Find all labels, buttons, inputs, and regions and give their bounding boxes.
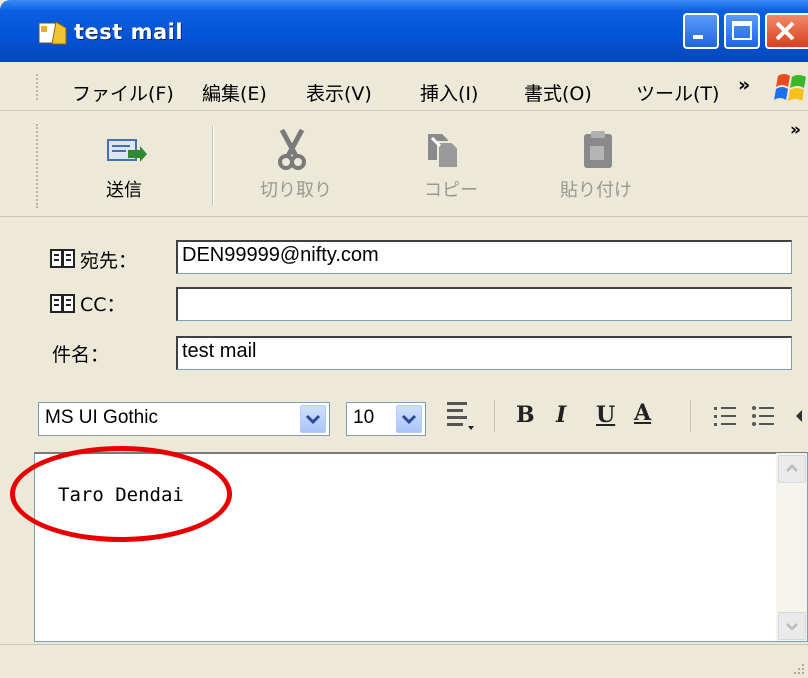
bullet-list-icon[interactable] bbox=[750, 402, 776, 430]
menu-grip[interactable] bbox=[36, 74, 41, 100]
font-size-dropdown-button[interactable] bbox=[396, 405, 422, 433]
font-select-value: MS UI Gothic bbox=[45, 407, 158, 428]
subject-label: 件名： bbox=[52, 344, 110, 366]
chevron-down-icon bbox=[401, 414, 417, 425]
title-bar[interactable]: test mail bbox=[0, 0, 808, 62]
copy-label: コピー bbox=[424, 180, 478, 201]
close-button[interactable] bbox=[765, 13, 808, 49]
cc-label: CC： bbox=[80, 294, 126, 316]
cut-button[interactable]: 切り取り bbox=[244, 124, 344, 210]
send-label: 送信 bbox=[106, 180, 142, 201]
bold-button[interactable]: B bbox=[516, 402, 535, 428]
clipboard-icon bbox=[584, 131, 612, 168]
font-select[interactable]: MS UI Gothic bbox=[38, 402, 330, 436]
address-book-icon[interactable] bbox=[50, 249, 76, 269]
resize-grip-icon[interactable] bbox=[790, 660, 806, 676]
maximize-button[interactable] bbox=[724, 13, 760, 49]
minimize-icon bbox=[693, 35, 703, 39]
menu-file[interactable]: ファイル(F) bbox=[72, 79, 174, 106]
send-button[interactable]: 送信 bbox=[90, 124, 170, 210]
send-icon bbox=[107, 139, 147, 162]
font-size-value: 10 bbox=[353, 407, 375, 428]
menu-insert[interactable]: 挿入(I) bbox=[420, 79, 478, 106]
format-divider-2 bbox=[690, 400, 691, 432]
italic-button[interactable]: I bbox=[556, 402, 566, 428]
toolbar-overflow-chevron[interactable]: » bbox=[790, 120, 801, 140]
highlight-ellipse bbox=[10, 446, 232, 542]
underline-button[interactable]: U bbox=[596, 402, 615, 428]
toolbar-grip[interactable] bbox=[36, 124, 41, 208]
scissors-icon bbox=[278, 128, 306, 170]
maximize-icon bbox=[732, 21, 752, 40]
copy-button[interactable]: コピー bbox=[410, 124, 490, 210]
chevron-down-icon bbox=[786, 623, 798, 631]
cc-address-book-icon[interactable] bbox=[50, 294, 76, 314]
status-bar bbox=[0, 644, 808, 678]
compose-window: test mail ファイル(F) 編集(E) 表示(V) 挿入(I) 書式(O… bbox=[0, 0, 808, 678]
font-dropdown-button[interactable] bbox=[300, 405, 326, 433]
to-label: 宛先： bbox=[80, 250, 138, 272]
subject-field[interactable]: test mail bbox=[176, 336, 792, 370]
windows-logo-icon bbox=[774, 74, 806, 101]
mail-icon bbox=[38, 21, 67, 45]
copy-icon bbox=[428, 134, 459, 169]
format-divider bbox=[494, 400, 495, 432]
scroll-up-button[interactable] bbox=[778, 455, 806, 483]
menu-view[interactable]: 表示(V) bbox=[306, 79, 372, 106]
menu-edit[interactable]: 編集(E) bbox=[202, 79, 267, 106]
minimize-button[interactable] bbox=[683, 13, 719, 49]
numbered-list-icon[interactable] bbox=[712, 402, 738, 430]
font-color-button[interactable]: A bbox=[634, 400, 651, 426]
paragraph-style-icon[interactable] bbox=[444, 398, 478, 434]
paste-button[interactable]: 貼り付け bbox=[554, 124, 654, 210]
close-icon bbox=[775, 21, 795, 41]
window-title: test mail bbox=[74, 20, 184, 44]
cc-field[interactable] bbox=[176, 287, 792, 321]
scroll-down-button[interactable] bbox=[778, 612, 806, 640]
paste-label: 貼り付け bbox=[560, 180, 632, 201]
cut-label: 切り取り bbox=[260, 180, 332, 201]
chevron-down-icon bbox=[305, 414, 321, 425]
menu-format[interactable]: 書式(O) bbox=[524, 79, 592, 106]
toolbar-divider bbox=[212, 126, 214, 206]
to-field[interactable]: DEN99999@nifty.com bbox=[176, 240, 792, 274]
menu-tools[interactable]: ツール(T) bbox=[636, 79, 719, 106]
chevron-up-icon bbox=[786, 464, 798, 472]
menu-overflow-chevron[interactable]: » bbox=[738, 74, 750, 96]
decrease-indent-icon[interactable] bbox=[792, 404, 808, 428]
